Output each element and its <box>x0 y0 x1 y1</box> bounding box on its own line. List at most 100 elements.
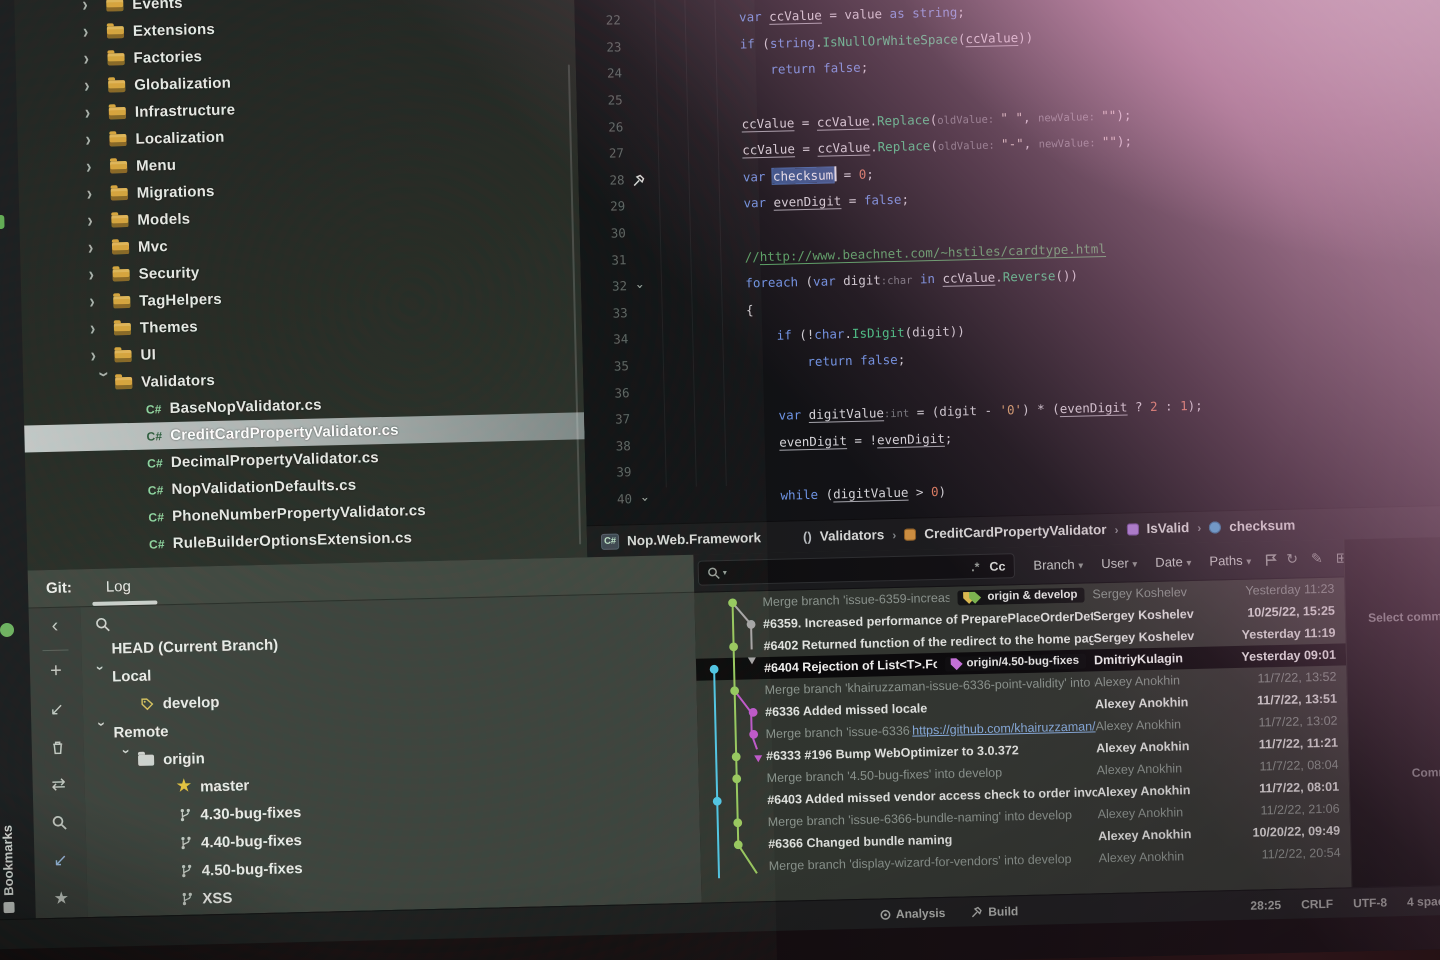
status-left-items: Analysis Build <box>880 904 1019 921</box>
folder-icon <box>112 241 129 253</box>
commit-date: 11/7/22, 08:01 <box>1235 779 1349 796</box>
refresh-icon[interactable]: ↻ <box>1286 551 1298 568</box>
chevron-icon[interactable]: › <box>88 264 113 287</box>
commit-link[interactable]: https://github.com/khairuzzaman/ <box>912 719 1096 737</box>
match-case-toggle[interactable]: Cc <box>989 559 1005 573</box>
line-number: 27 <box>578 140 625 168</box>
chevron-icon[interactable]: › <box>86 156 111 179</box>
delete-icon[interactable] <box>31 728 84 767</box>
git-panel-title: Git: <box>46 579 72 597</box>
gutter-cell <box>625 193 654 220</box>
commit-date: Yesterday 11:23 <box>1230 581 1344 598</box>
tree-item-label: Extensions <box>133 21 215 40</box>
chevron-down-icon: ▾ <box>1132 559 1137 570</box>
chevron-icon[interactable]: › <box>89 291 114 314</box>
star-icon[interactable]: ★ <box>35 879 88 918</box>
indent-setting[interactable]: 4 spaces <box>1407 894 1440 909</box>
chevron-icon[interactable]: › <box>90 318 115 341</box>
bookmarks-stripe-button[interactable]: Bookmarks <box>0 825 17 913</box>
tab-log[interactable]: Log <box>106 578 131 596</box>
breadcrumb-class[interactable]: CreditCardPropertyValidator <box>924 522 1107 541</box>
chevron-icon[interactable]: › <box>82 0 107 17</box>
chevron-icon[interactable]: › <box>90 345 115 368</box>
tree-item-label: Globalization <box>134 75 231 94</box>
regex-toggle[interactable]: .* <box>971 560 980 574</box>
search-icon[interactable] <box>33 803 86 842</box>
chevron-icon[interactable]: › <box>85 102 110 125</box>
log-filters: Branch ▾ User ▾ Date ▾ Paths ▾ <box>1024 551 1260 575</box>
chevron-icon[interactable]: › <box>92 371 115 396</box>
bookmarks-icon <box>3 902 14 913</box>
filter-date[interactable]: Date ▾ <box>1155 554 1191 570</box>
gutter-cell <box>621 33 650 60</box>
pull-arrow-icon[interactable]: ↙ <box>30 690 83 729</box>
folder-icon <box>106 0 123 11</box>
commit-date: 11/7/22, 13:02 <box>1233 713 1347 730</box>
caret-position[interactable]: 28:25 <box>1250 898 1281 913</box>
branch-label: 4.30-bug-fixes <box>200 804 301 823</box>
gutter-cell <box>629 352 658 379</box>
status-build[interactable]: Build <box>971 904 1018 919</box>
paintbrush-icon[interactable]: ✎ <box>1311 550 1323 567</box>
git-left-toolbar: ‹ + ↙ ⇄ ↙ ★ <box>29 607 89 918</box>
status-analysis[interactable]: Analysis <box>880 906 946 922</box>
branch-label: 4.40-bug-fixes <box>201 832 302 851</box>
line-ending[interactable]: CRLF <box>1301 897 1333 912</box>
log-search-field[interactable]: ▾ .* Cc <box>698 553 1015 585</box>
tree-item-label: Models <box>137 211 190 229</box>
chevron-icon[interactable]: › <box>84 75 109 98</box>
branch-label: 4.50-bug-fixes <box>202 860 303 879</box>
chevron-icon[interactable]: › <box>85 129 110 152</box>
chevron-down-icon[interactable]: › <box>93 666 110 688</box>
breadcrumb-project[interactable]: Nop.Web.Framework <box>627 530 761 548</box>
add-icon[interactable]: + <box>30 652 83 691</box>
quickfix-hammer-icon[interactable] <box>624 166 653 193</box>
tree-item-label: Factories <box>133 48 202 67</box>
commit-date: Yesterday 11:19 <box>1231 625 1345 642</box>
line-number: 33 <box>581 300 628 328</box>
gutter-cell <box>628 326 657 353</box>
compare-arrows-icon[interactable]: ⇄ <box>32 766 85 805</box>
chevron-icon[interactable]: › <box>87 183 112 206</box>
fold-marker-icon[interactable] <box>627 273 656 300</box>
commit-date: 11/2/22, 20:54 <box>1236 845 1350 862</box>
csharp-file-icon: C# <box>146 402 162 416</box>
tree-item-label: RuleBuilderOptionsExtension.cs <box>173 529 413 552</box>
commit-date: 11/7/22, 13:51 <box>1233 691 1347 708</box>
incoming-arrow-icon[interactable]: ↙ <box>34 841 87 880</box>
fold-marker-icon[interactable] <box>632 485 661 512</box>
git-stripe-icon[interactable] <box>0 623 14 637</box>
filter-user[interactable]: User ▾ <box>1101 555 1137 571</box>
chevron-icon[interactable]: › <box>83 21 108 44</box>
chevron-icon[interactable]: › <box>88 237 113 260</box>
bookmark-filter-icon[interactable] <box>1264 553 1277 567</box>
tree-item-label: PhoneNumberPropertyValidator.cs <box>172 502 426 525</box>
chevron-down-icon[interactable]: › <box>119 749 136 771</box>
chevron-down-icon[interactable]: › <box>94 722 111 744</box>
folder-icon <box>114 349 131 361</box>
breadcrumb-field[interactable]: checksum <box>1229 518 1295 535</box>
chevron-icon[interactable]: › <box>87 210 112 233</box>
gutter-cell <box>622 87 651 114</box>
line-number: 37 <box>584 406 631 434</box>
commit-author: Alexey Anokhin <box>1097 804 1235 821</box>
commit-author: Sergey Koshelev <box>1092 584 1230 601</box>
tree-item-label: Migrations <box>137 183 215 202</box>
filter-branch[interactable]: Branch ▾ <box>1033 556 1083 572</box>
encoding[interactable]: UTF-8 <box>1353 896 1387 911</box>
breadcrumb-namespace[interactable]: Validators <box>820 527 885 544</box>
git-branch-icon <box>181 864 193 878</box>
commit-stripe-icon[interactable] <box>0 215 5 229</box>
folder-icon <box>115 376 132 388</box>
commit-author: Alexey Anokhin <box>1097 782 1235 799</box>
csharp-project-icon: C# <box>601 533 619 549</box>
filter-paths[interactable]: Paths ▾ <box>1209 552 1251 568</box>
tree-item-label: Events <box>132 0 183 13</box>
collapse-icon[interactable]: ‹ <box>29 607 82 646</box>
code-editor[interactable]: override bool IsValid(ValidationContext<… <box>574 0 1440 525</box>
method-icon <box>1126 523 1138 535</box>
breadcrumb-method[interactable]: IsValid <box>1146 520 1189 536</box>
chevron-icon[interactable]: › <box>83 48 108 71</box>
folder-icon <box>138 754 154 765</box>
line-number: 25 <box>576 87 623 115</box>
